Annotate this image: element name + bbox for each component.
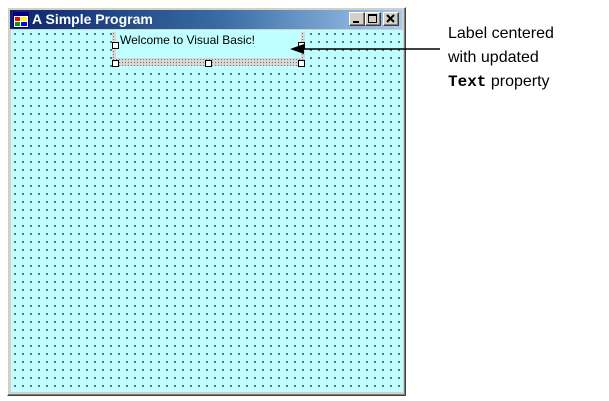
- callout-line-3-rest: property: [490, 73, 550, 90]
- callout-code-text: Text: [448, 73, 487, 91]
- callout-line-3: Text property: [448, 70, 554, 94]
- callout-line-1: Label centered: [448, 25, 554, 42]
- callout-annotation: Label centered with updated Text propert…: [448, 22, 554, 94]
- callout-line-2: with updated: [448, 49, 539, 66]
